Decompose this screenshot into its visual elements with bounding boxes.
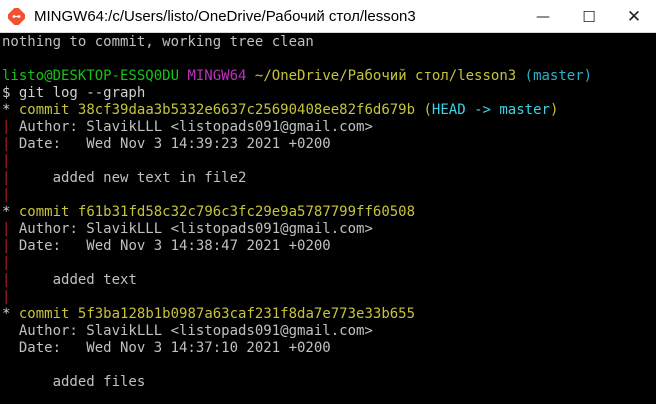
commit-date: Date: Wed Nov 3 14:38:47 2021 +0200	[18, 238, 331, 254]
commit-label: commit	[18, 204, 70, 220]
prompt-env: MINGW64	[187, 68, 247, 84]
graph-line: |	[2, 153, 656, 170]
prompt-line: listo@DESKTOP-ESSQ0DU MINGW64 ~/OneDrive…	[2, 68, 656, 85]
title-bar[interactable]: MINGW64:/c/Users/listo/OneDrive/Рабочий …	[0, 0, 656, 33]
commit-label: commit	[18, 102, 70, 118]
window-title: MINGW64:/c/Users/listo/OneDrive/Рабочий …	[34, 8, 416, 25]
prompt-user-host: listo@DESKTOP-ESSQ0DU	[2, 68, 180, 84]
commit-line: * commit f61b31fd58c32c796c3fc29e9a57877…	[2, 204, 656, 221]
maximize-button[interactable]: ☐	[566, 0, 612, 33]
commit-line: * commit 5f3ba128b1b0987a63caf231f8da7e7…	[2, 306, 656, 323]
graph-bar: |	[2, 153, 11, 169]
commit-line: * commit 38cf39daa3b5332e6637c25690408ee…	[2, 102, 656, 119]
commit-message: added text	[18, 272, 137, 288]
message-line: | added new text in file2	[2, 170, 656, 187]
date-line: | Date: Wed Nov 3 14:38:47 2021 +0200	[2, 238, 656, 255]
commit-author: Author: SlavikLLL <listopads091@gmail.co…	[18, 221, 373, 237]
graph-bar: |	[2, 255, 11, 271]
commit-hash: 38cf39daa3b5332e6637c25690408ee82f6d679b	[77, 102, 416, 118]
ref-head: HEAD -> master	[431, 102, 550, 118]
graph-bar: |	[2, 119, 11, 135]
author-line: | Author: SlavikLLL <listopads091@gmail.…	[2, 119, 656, 136]
date-line: | Date: Wed Nov 3 14:39:23 2021 +0200	[2, 136, 656, 153]
status-line: nothing to commit, working tree clean	[2, 34, 314, 50]
commit-author: Author: SlavikLLL <listopads091@gmail.co…	[18, 323, 373, 339]
commit-hash: 5f3ba128b1b0987a63caf231f8da7e773e33b655	[77, 306, 416, 322]
commit-date: Date: Wed Nov 3 14:37:10 2021 +0200	[18, 340, 331, 356]
commit-message: added new text in file2	[18, 170, 247, 186]
author-line: Author: SlavikLLL <listopads091@gmail.co…	[2, 323, 656, 340]
ref-open: (	[423, 102, 432, 118]
graph-bar: |	[2, 221, 11, 237]
message-line: | added text	[2, 272, 656, 289]
graph-bar: |	[2, 289, 11, 305]
date-line: Date: Wed Nov 3 14:37:10 2021 +0200	[2, 340, 656, 357]
git-bash-icon	[8, 8, 25, 25]
graph-star: *	[2, 204, 11, 220]
graph-star: *	[2, 306, 11, 322]
commit-author: Author: SlavikLLL <listopads091@gmail.co…	[18, 119, 373, 135]
graph-bar: |	[2, 272, 11, 288]
graph-bar: |	[2, 170, 11, 186]
prompt-branch: (master)	[524, 68, 593, 84]
message-line: added files	[2, 374, 656, 391]
graph-bar: |	[2, 136, 11, 152]
terminal-output[interactable]: nothing to commit, working tree clean li…	[0, 33, 656, 404]
graph-star: *	[2, 102, 11, 118]
commit-label: commit	[18, 306, 70, 322]
commit-hash: f61b31fd58c32c796c3fc29e9a5787799ff60508	[77, 204, 416, 220]
close-button[interactable]: ✕	[611, 0, 656, 33]
graph-line: |	[2, 255, 656, 272]
graph-bar: |	[2, 238, 11, 254]
command-line: $ git log --graph	[2, 85, 146, 101]
graph-line: |	[2, 289, 656, 306]
commit-message: added files	[18, 374, 146, 390]
minimize-button[interactable]: —	[520, 0, 566, 33]
author-line: | Author: SlavikLLL <listopads091@gmail.…	[2, 221, 656, 238]
graph-line: |	[2, 187, 656, 204]
ref-close: )	[549, 102, 559, 118]
prompt-path: ~/OneDrive/Рабочий стол/lesson3	[254, 68, 517, 84]
commit-date: Date: Wed Nov 3 14:39:23 2021 +0200	[18, 136, 331, 152]
graph-bar: |	[2, 187, 11, 203]
